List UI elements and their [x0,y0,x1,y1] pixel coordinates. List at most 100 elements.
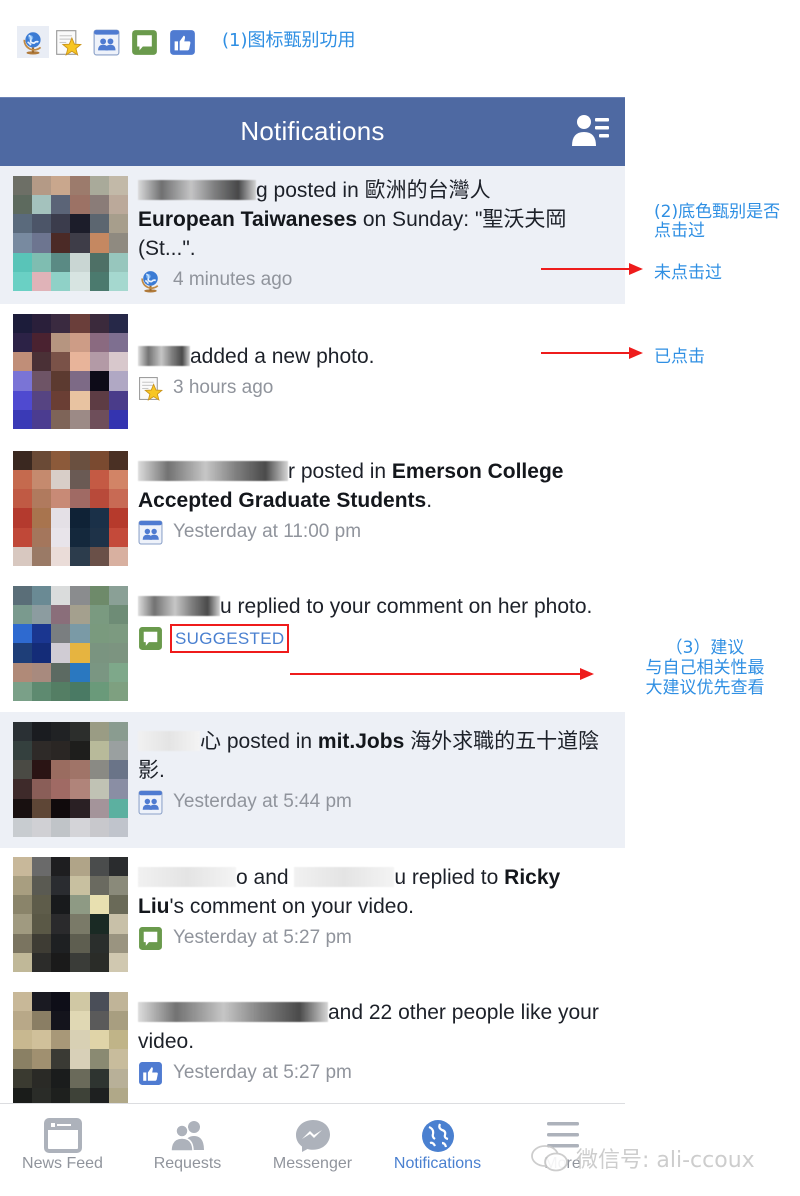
avatar-pixel [32,741,52,761]
avatar-pixel [70,409,90,429]
avatar-pixel [89,914,109,934]
comment-icon [138,626,163,651]
avatar-pixel [13,624,33,644]
blurred-name [138,1002,328,1022]
tab-requests[interactable]: Requests [125,1104,250,1196]
avatar-pixel [13,233,33,253]
avatar-pixel [70,741,90,761]
avatar-pixel [51,176,71,196]
avatar [13,857,128,972]
avatar-pixel [89,409,109,429]
avatar-pixel [70,1049,90,1069]
avatar-pixel [89,195,109,215]
avatar-pixel [32,914,52,934]
avatar-pixel [32,643,52,663]
avatar-pixel [70,992,90,1012]
avatar-pixel [51,895,71,915]
avatar-pixel [51,470,71,490]
requests-icon [169,1121,204,1152]
avatar-pixel [89,371,109,391]
tab-messenger[interactable]: Messenger [250,1104,375,1196]
avatar-pixel [108,352,128,372]
friend-requests-button[interactable] [571,112,613,148]
avatar-pixel [89,527,109,547]
avatar-pixel [32,271,52,291]
notification-item[interactable]: u replied to your comment on her photo. … [0,577,625,712]
avatar-pixel [32,605,52,625]
avatar-pixel [51,605,71,625]
avatar-pixel [108,992,128,1012]
notification-meta: Yesterday at 5:27 pm [138,1059,607,1087]
avatar-pixel [89,176,109,196]
notification-item[interactable]: and 22 other people like your video. Yes… [0,983,625,1107]
avatar-pixel [32,817,52,837]
suggested-arrow [290,668,594,680]
avatar-pixel [70,895,90,915]
avatar-pixel [89,352,109,372]
star-page-icon [138,376,163,401]
avatar-pixel [13,508,33,528]
avatar-pixel [70,624,90,644]
avatar-pixel [70,798,90,818]
avatar-pixel [89,314,109,334]
avatar-pixel [108,233,128,253]
timestamp: Yesterday at 5:44 pm [173,791,352,812]
avatar-pixel [32,233,52,253]
nav-header: Notifications [0,97,625,166]
avatar-pixel [70,371,90,391]
notification-item[interactable]: o and u replied to Ricky Liu's comment o… [0,848,625,983]
avatar-pixel [51,662,71,682]
avatar [13,314,128,429]
notification-item[interactable]: r posted in Emerson College Accepted Gra… [0,442,625,577]
avatar-pixel [89,817,109,837]
avatar [13,992,128,1107]
avatar-pixel [13,933,33,953]
avatar-pixel [108,390,128,410]
avatar-pixel [32,333,52,353]
avatar-pixel [70,817,90,837]
avatar-pixel [32,508,52,528]
notification-item[interactable]: 心 posted in mit.Jobs 海外求職的五十道陰影. Yesterd… [0,712,625,848]
avatar-pixel [108,195,128,215]
tab-notifications[interactable]: Notifications [375,1104,500,1196]
avatar-pixel [108,760,128,780]
avatar-pixel [89,586,109,606]
notification-item[interactable]: g posted in 歐洲的台灣人 European Taiwaneses on… [0,166,625,304]
avatar-pixel [13,760,33,780]
avatar-pixel [108,333,128,353]
avatar-pixel [70,271,90,291]
avatar-pixel [13,333,33,353]
avatar-pixel [51,352,71,372]
avatar-pixel [108,1030,128,1050]
avatar-pixel [89,1049,109,1069]
avatar-pixel [13,470,33,490]
notification-text: r posted in Emerson College Accepted Gra… [138,460,564,512]
tab-news-feed[interactable]: News Feed [0,1104,125,1196]
suggested-annotation: （3）建议 与自己相关性最 大建议优先查看 [645,638,765,698]
notification-item[interactable]: added a new photo. 3 hours ago [0,304,625,442]
notification-text: and 22 other people like your video. [138,1001,599,1053]
avatar-pixel [108,371,128,391]
avatar-pixel [13,857,33,877]
avatar-pixel [32,681,52,701]
avatar-pixel [13,952,33,972]
avatar-pixel [32,952,52,972]
avatar-pixel [108,409,128,429]
avatar-pixel [89,333,109,353]
avatar-pixel [51,214,71,234]
avatar-pixel [51,624,71,644]
notification-meta: Yesterday at 11:00 pm [138,518,607,546]
avatar-pixel [108,914,128,934]
avatar-pixel [89,857,109,877]
avatar-pixel [89,992,109,1012]
avatar-pixel [89,605,109,625]
avatar-pixel [32,489,52,509]
avatar-pixel [108,895,128,915]
avatar-pixel [51,508,71,528]
avatar-pixel [32,214,52,234]
avatar-pixel [70,451,90,471]
avatar-pixel [51,643,71,663]
comment-icon [131,29,158,56]
unread-arrow [541,263,643,275]
group-icon [138,790,163,815]
